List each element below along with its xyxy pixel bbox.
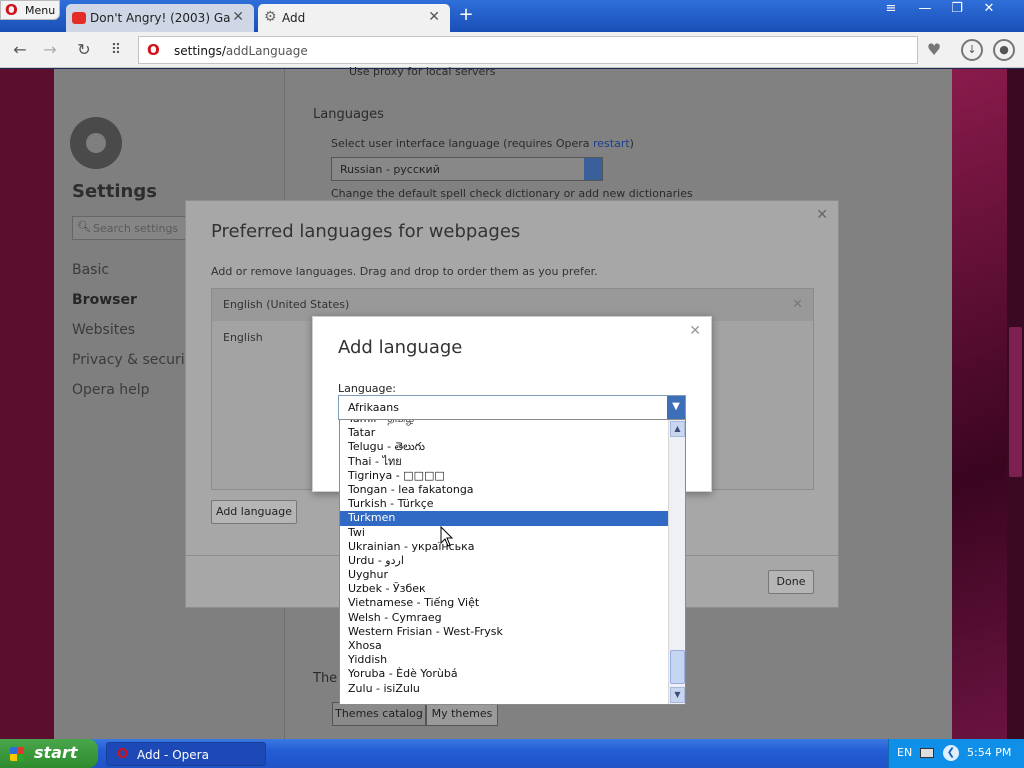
dropdown-scrollbar[interactable]: ▲ ▼ [668,420,685,704]
maximize-icon[interactable]: ❐ [946,2,968,18]
tab-settings[interactable]: ⚙ Add ✕ [258,4,450,32]
account-icon[interactable]: ● [993,39,1015,61]
tab-label: Add [282,11,306,25]
language-option[interactable]: Uyghur [340,568,669,582]
sidebar-item-browser[interactable]: Browser [72,292,137,308]
scroll-up-icon[interactable]: ▲ [670,421,685,437]
sidebar-item-websites[interactable]: Websites [72,322,135,338]
sidebar-item-help[interactable]: Opera help [72,382,150,398]
language-option[interactable]: Western Frisian - West-Frysk [340,625,669,639]
language-option[interactable]: Tigrinya - □□□□ [340,469,669,483]
language-option[interactable]: Twi [340,526,669,540]
add-language-button[interactable]: Add language [211,500,297,524]
scrollbar-thumb[interactable] [670,650,685,684]
spellcheck-label: Change the default spell check dictionar… [331,187,693,200]
tray-arrow-icon[interactable]: ❮ [943,745,959,761]
language-option[interactable]: Turkmen [340,511,669,526]
language-label: Language: [338,382,396,395]
start-button[interactable]: start [0,739,98,768]
ui-language-label: Select user interface language (requires… [331,137,634,150]
language-option[interactable]: Thai - ไทย [340,455,669,469]
settings-title: Settings [72,181,157,202]
language-option[interactable]: Yoruba - Èdè Yorùbá [340,667,669,681]
dialog-title: Add language [338,337,463,358]
scrollbar-thumb[interactable] [1009,327,1022,477]
tab-youtube[interactable]: Don't Angry! (2003) Gamepl ✕ [66,4,254,32]
my-themes-button[interactable]: My themes [426,702,498,726]
language-option[interactable]: Zulu - isiZulu [340,682,669,696]
mouse-cursor-icon [440,526,454,547]
system-tray: EN ❮ 5:54 PM [888,739,1024,768]
done-button[interactable]: Done [768,570,814,594]
opera-menu-button[interactable]: O Menu [0,0,60,20]
reload-icon[interactable]: ↻ [74,40,94,60]
tab-menu-icon[interactable]: ≡ [880,2,902,18]
remove-language-icon[interactable]: ✕ [792,297,803,312]
download-icon[interactable]: ↓ [961,39,983,61]
dialog-description: Add or remove languages. Drag and drop t… [211,265,598,278]
search-icon: 🔍︎ [77,220,91,233]
opera-logo-icon: O [117,747,129,762]
opera-logo-icon: O [5,1,18,19]
dialog-title: Preferred languages for webpages [211,221,521,242]
browser-titlebar: O Menu Don't Angry! (2003) Gamepl ✕ ⚙ Ad… [0,0,1024,32]
new-tab-button[interactable]: + [456,6,476,26]
themes-catalog-button[interactable]: Themes catalog [332,702,426,726]
language-select[interactable]: Afrikaans ▼ [338,395,686,420]
chevron-down-icon: ▼ [667,396,685,419]
close-tab-icon[interactable]: ✕ [232,9,244,25]
close-window-icon[interactable]: ✕ [978,2,1000,18]
language-option[interactable]: Tongan - lea fakatonga [340,483,669,497]
tab-label: Don't Angry! (2003) Gamepl [90,11,230,25]
address-field[interactable]: O settings/addLanguage [138,36,918,64]
language-option[interactable]: Vietnamese - Tiếng Việt [340,596,669,610]
language-option[interactable]: Xhosa [340,639,669,653]
input-language-indicator[interactable]: EN [897,746,912,759]
restart-link[interactable]: restart [593,137,630,150]
language-option[interactable]: Yiddish [340,653,669,667]
close-icon[interactable]: ✕ [689,323,701,339]
minimize-icon[interactable]: — [914,2,936,18]
language-option[interactable]: Turkish - Türkçe [340,497,669,511]
proxy-checkbox-label[interactable]: Use proxy for local servers [349,65,496,78]
themes-heading: The [313,671,338,686]
language-option[interactable]: Tamil - தமிழ் [340,420,669,426]
youtube-icon [72,12,86,24]
scroll-down-icon[interactable]: ▼ [670,687,685,703]
sidebar-item-basic[interactable]: Basic [72,262,109,278]
language-option[interactable]: Tatar [340,426,669,440]
clock: 5:54 PM [967,746,1012,759]
list-item[interactable]: English [223,331,263,344]
chevron-down-icon [584,158,602,180]
language-dropdown-list: Tamil - தமிழ்TatarTelugu - తెలుగుThai - … [339,419,686,705]
language-option[interactable]: Urdu - اردو [340,554,669,568]
close-tab-icon[interactable]: ✕ [428,9,440,25]
forward-icon[interactable]: → [40,40,60,60]
sidebar-item-privacy[interactable]: Privacy & securit [72,352,190,368]
settings-gear-icon [70,117,122,169]
bookmark-heart-icon[interactable]: ♥ [924,40,944,60]
close-icon[interactable]: ✕ [816,207,828,223]
language-option[interactable]: Uzbek - Ўзбек [340,582,669,596]
menu-label: Menu [25,4,56,17]
window-controls: ≡ — ❐ ✕ [874,0,1024,22]
ui-language-select[interactable]: Russian - русский [331,157,603,181]
taskbar-item-label: Add - Opera [137,748,209,762]
taskbar-item-opera[interactable]: O Add - Opera [106,742,266,766]
languages-heading: Languages [313,107,384,122]
opera-logo-icon: O [147,41,160,59]
language-option[interactable]: Welsh - Cymraeg [340,611,669,625]
search-placeholder: Search settings [93,222,179,235]
speed-dial-icon[interactable]: ⠿ [106,40,126,60]
keyboard-icon[interactable] [920,748,934,758]
address-toolbar: ← → ↻ ⠿ O settings/addLanguage ♥ ↓ ● [0,32,1024,68]
gear-icon: ⚙ [264,9,277,25]
back-icon[interactable]: ← [10,40,30,60]
language-option[interactable]: Telugu - తెలుగు [340,440,669,454]
url-text: settings/addLanguage [174,44,308,58]
language-option[interactable]: Ukrainian - українська [340,540,669,554]
start-label: start [34,743,78,762]
windows-logo-icon [10,747,24,761]
page-scrollbar[interactable] [1007,69,1024,739]
